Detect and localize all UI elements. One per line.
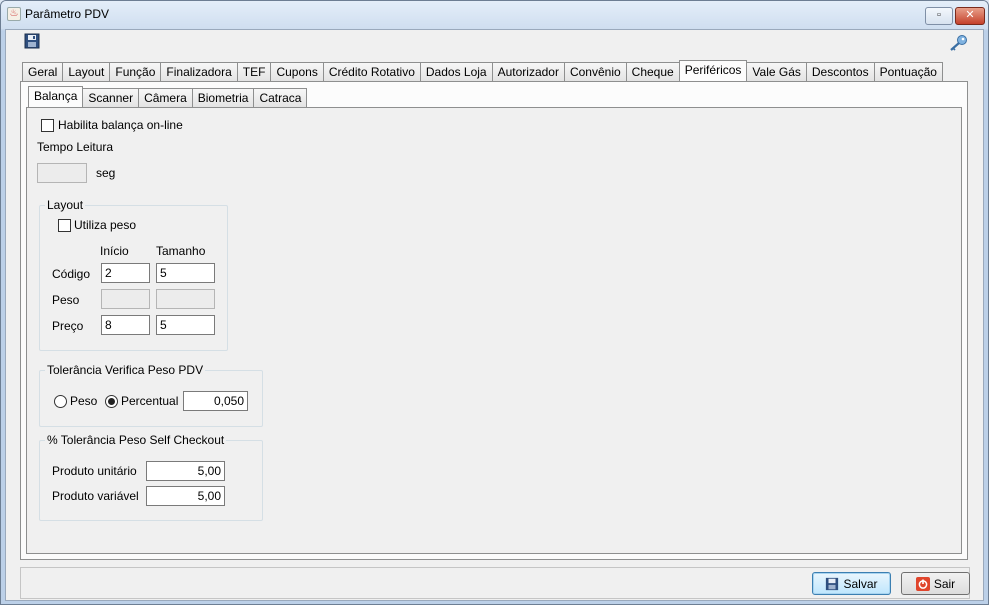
codigo-label: Código <box>52 267 91 281</box>
client-area: Geral Layout Função Finalizadora TEF Cupons Cr… <box>5 29 984 601</box>
tab-vale-gas[interactable]: Vale Gás <box>746 62 807 81</box>
tab-credito-rotativo[interactable]: Crédito Rotativo <box>322 62 421 81</box>
window-title: Parâmetro PDV <box>25 7 110 21</box>
codigo-tamanho-input[interactable] <box>156 263 215 283</box>
peso-radio[interactable] <box>54 395 67 408</box>
subtab-camera[interactable]: Câmera <box>138 88 193 107</box>
utiliza-peso-checkbox[interactable] <box>58 219 71 232</box>
tab-descontos[interactable]: Descontos <box>805 62 875 81</box>
produto-unitario-input[interactable] <box>146 461 225 481</box>
tamanho-column-header: Tamanho <box>156 244 206 258</box>
inicio-column-header: Início <box>100 244 129 258</box>
peso-label: Peso <box>52 293 80 307</box>
tab-cheque[interactable]: Cheque <box>625 62 680 81</box>
tab-layout[interactable]: Layout <box>62 62 111 81</box>
tab-cupons[interactable]: Cupons <box>270 62 324 81</box>
preco-label: Preço <box>52 319 84 333</box>
save-disk-icon[interactable] <box>24 33 40 49</box>
title-bar: ♨ Parâmetro PDV ▫ ✕ <box>1 1 988 29</box>
button-bar: Salvar Sair <box>20 567 970 599</box>
salvar-button[interactable]: Salvar <box>812 572 891 595</box>
tab-tef[interactable]: TEF <box>236 62 272 81</box>
subtab-biometria[interactable]: Biometria <box>191 88 255 107</box>
percentual-radio-label: Percentual <box>121 394 179 408</box>
salvar-button-label: Salvar <box>843 576 878 591</box>
self-checkout-group-title: % Tolerância Peso Self Checkout <box>45 433 227 447</box>
tab-autorizador[interactable]: Autorizador <box>491 62 565 81</box>
main-window: ♨ Parâmetro PDV ▫ ✕ Geral Layout Função Fin… <box>0 0 989 605</box>
tempo-leitura-label: Tempo Leitura <box>37 140 114 154</box>
self-checkout-group: % Tolerância Peso Self Checkout Produto … <box>39 433 263 521</box>
subtab-catraca[interactable]: Catraca <box>253 88 308 107</box>
peso-radio-label: Peso <box>70 394 98 408</box>
layout-group-title: Layout <box>45 198 86 212</box>
preco-inicio-input[interactable] <box>101 315 150 335</box>
codigo-inicio-input[interactable] <box>101 263 150 283</box>
tab-funcao[interactable]: Função <box>109 62 162 81</box>
tab-dados-loja[interactable]: Dados Loja <box>419 62 493 81</box>
restore-button[interactable]: ▫ <box>925 7 953 25</box>
java-app-icon: ♨ <box>7 7 21 21</box>
subtab-scanner[interactable]: Scanner <box>82 88 140 107</box>
produto-variavel-input[interactable] <box>146 486 225 506</box>
habilita-balanca-checkbox[interactable] <box>41 119 54 132</box>
preco-tamanho-input[interactable] <box>156 315 215 335</box>
close-button[interactable]: ✕ <box>955 7 985 25</box>
tab-perifericos[interactable]: Periféricos <box>678 60 748 81</box>
sair-button[interactable]: Sair <box>901 572 970 595</box>
layout-group: Layout Utiliza peso Início Tamanho Códig… <box>39 198 228 351</box>
subtab-balanca[interactable]: Balança <box>28 86 84 107</box>
peso-tamanho-input[interactable] <box>156 289 215 309</box>
tab-panel-balanca: Habilita balança on-line Tempo Leitura s… <box>26 107 962 554</box>
tab-geral[interactable]: Geral <box>22 62 64 81</box>
main-tabs: Geral Layout Função Finalizadora TEF Cupons Cr… <box>22 60 943 82</box>
tolerancia-group-title: Tolerância Verifica Peso PDV <box>45 363 206 377</box>
produto-unitario-label: Produto unitário <box>52 464 137 478</box>
peso-inicio-input[interactable] <box>101 289 150 309</box>
produto-variavel-label: Produto variável <box>52 489 139 503</box>
tempo-leitura-input[interactable] <box>37 163 87 183</box>
tab-pontuacao[interactable]: Pontuação <box>873 62 943 81</box>
sair-button-label: Sair <box>933 576 956 591</box>
percentual-radio[interactable] <box>105 395 118 408</box>
utiliza-peso-label: Utiliza peso <box>74 218 137 232</box>
sub-tabs: Balança Scanner Câmera Biometria Catraca <box>28 86 308 108</box>
save-disk-icon <box>826 577 839 590</box>
tab-panel-perifericos: Balança Scanner Câmera Biometria Catraca Hab… <box>20 81 968 560</box>
tolerancia-value-input[interactable] <box>183 391 248 411</box>
key-icon[interactable] <box>949 34 969 52</box>
tab-finalizadora[interactable]: Finalizadora <box>160 62 238 81</box>
power-icon <box>915 576 930 591</box>
habilita-balanca-label: Habilita balança on-line <box>58 118 183 132</box>
tempo-unit-label: seg <box>96 166 116 180</box>
tolerancia-group: Tolerância Verifica Peso PDV Peso Percen… <box>39 363 263 427</box>
tab-convenio[interactable]: Convênio <box>563 62 627 81</box>
